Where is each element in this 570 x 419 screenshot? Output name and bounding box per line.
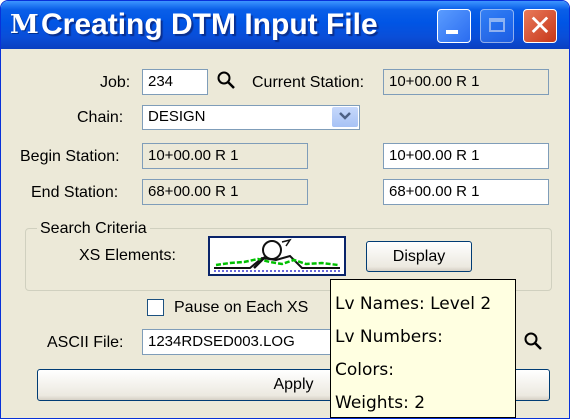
tooltip-level-names: Lv Names: Level 2 bbox=[335, 294, 492, 314]
chain-dropdown-button[interactable] bbox=[332, 107, 358, 127]
close-icon: ✕ bbox=[528, 9, 552, 42]
cross-section-icon bbox=[214, 238, 340, 272]
job-search-icon[interactable] bbox=[216, 70, 238, 92]
end-station-current-field: 68+00.00 R 1 bbox=[142, 179, 308, 205]
tooltip-weights: Weights: 2 bbox=[335, 393, 426, 413]
pause-label: Pause on Each XS bbox=[174, 299, 309, 316]
ascii-file-label: ASCII File: bbox=[47, 334, 124, 351]
microstation-icon: M bbox=[10, 10, 39, 40]
xs-elements-button[interactable] bbox=[208, 236, 346, 276]
current-station-field: 10+00.00 R 1 bbox=[383, 69, 549, 95]
begin-station-current-field: 10+00.00 R 1 bbox=[142, 143, 308, 169]
minimize-button[interactable] bbox=[437, 9, 471, 43]
chain-dropdown[interactable]: DESIGN bbox=[142, 105, 360, 130]
tooltip-colors: Colors: bbox=[335, 360, 394, 380]
xs-elements-label: XS Elements: bbox=[79, 247, 176, 264]
xs-elements-tooltip: Lv Names: Level 2 Lv Numbers: Colors: We… bbox=[330, 279, 516, 418]
close-button[interactable]: ✕ bbox=[523, 9, 557, 43]
minimize-icon bbox=[446, 30, 458, 34]
chevron-down-icon bbox=[339, 112, 351, 120]
window-title: Creating DTM Input File bbox=[41, 8, 378, 41]
title-bar[interactable]: M Creating DTM Input File ✕ bbox=[1, 1, 569, 49]
chain-value: DESIGN bbox=[148, 108, 206, 125]
current-station-label: Current Station: bbox=[252, 74, 365, 91]
tooltip-level-numbers: Lv Numbers: bbox=[335, 327, 443, 347]
job-input[interactable]: 234 bbox=[142, 69, 208, 95]
job-label: Job: bbox=[100, 74, 131, 91]
pause-checkbox[interactable] bbox=[147, 299, 164, 316]
begin-station-input[interactable]: 10+00.00 R 1 bbox=[383, 143, 549, 169]
dtm-dialog-window: M Creating DTM Input File ✕ Job: 234 Cur… bbox=[0, 0, 570, 419]
maximize-button[interactable] bbox=[480, 9, 514, 43]
chain-label: Chain: bbox=[77, 109, 124, 126]
ascii-file-browse-icon[interactable] bbox=[523, 331, 545, 353]
search-criteria-caption: Search Criteria bbox=[37, 219, 150, 239]
end-station-input[interactable]: 68+00.00 R 1 bbox=[383, 179, 549, 205]
display-button[interactable]: Display bbox=[366, 241, 472, 272]
end-station-label: End Station: bbox=[31, 184, 119, 201]
begin-station-label: Begin Station: bbox=[20, 148, 120, 165]
maximize-icon bbox=[489, 18, 505, 32]
